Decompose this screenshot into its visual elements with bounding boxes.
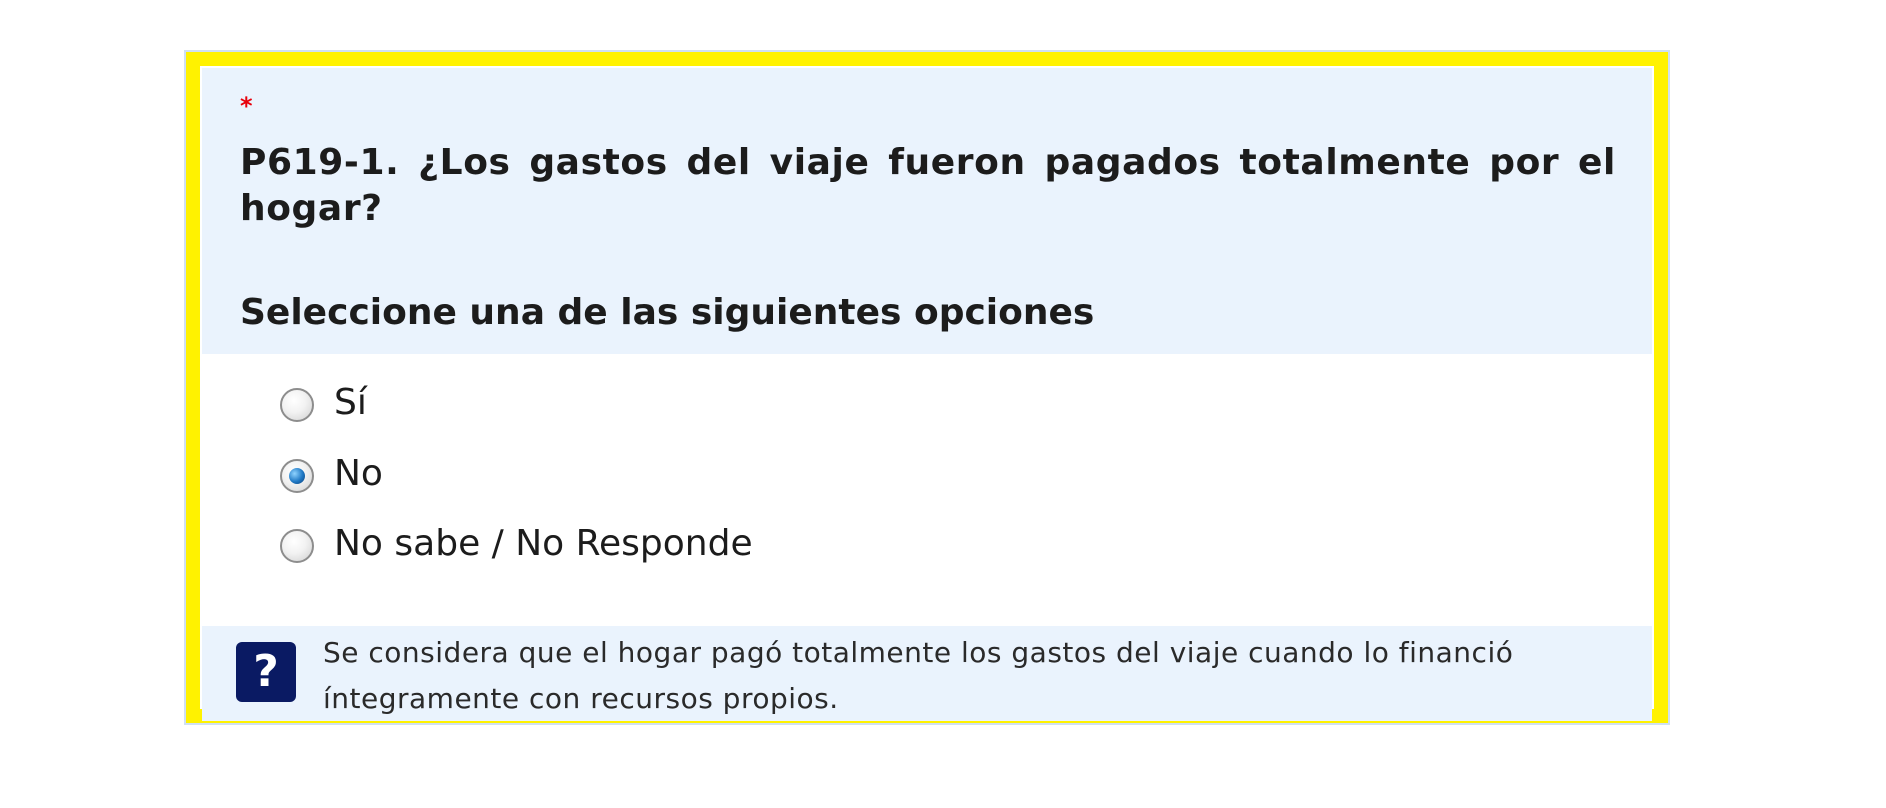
option-si[interactable]: Sí xyxy=(280,380,980,426)
question-text: P619-1. ¿Los gastos del viaje fueron pag… xyxy=(240,142,1616,229)
option-no-sabe[interactable]: No sabe / No Responde xyxy=(280,521,980,567)
option-no[interactable]: No xyxy=(280,451,980,497)
option-label[interactable]: No xyxy=(334,451,383,497)
option-label[interactable]: Sí xyxy=(334,380,367,426)
option-label[interactable]: No sabe / No Responde xyxy=(334,521,753,567)
radio-button-no[interactable] xyxy=(280,459,314,493)
mandatory-asterisk: * xyxy=(240,92,253,120)
radio-button-no-sabe[interactable] xyxy=(280,529,314,563)
question-header: * P619-1. ¿Los gastos del viaje fueron p… xyxy=(202,68,1652,354)
radio-button-si[interactable] xyxy=(280,388,314,422)
question-container: * P619-1. ¿Los gastos del viaje fueron p… xyxy=(184,50,1670,725)
help-section: ? Se considera que el hogar pagó totalme… xyxy=(202,626,1652,721)
question-mark-icon: ? xyxy=(236,642,296,702)
question-inner: * P619-1. ¿Los gastos del viaje fueron p… xyxy=(202,68,1652,721)
help-text: Se considera que el hogar pagó totalment… xyxy=(323,636,1514,715)
question-instruction: Seleccione una de las siguientes opcione… xyxy=(240,292,1095,333)
